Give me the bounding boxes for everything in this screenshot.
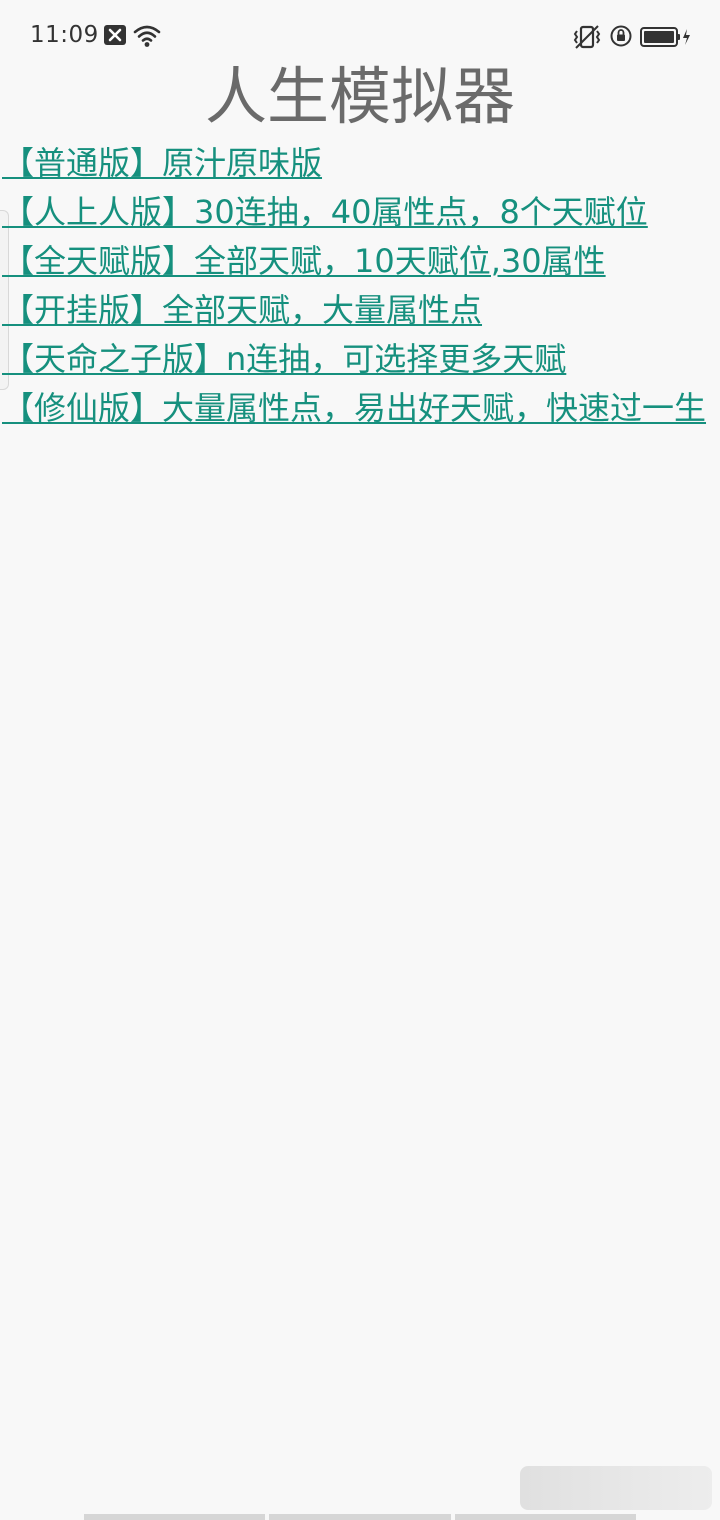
version-link-chosen-one[interactable]: 【天命之子版】n连抽，可选择更多天赋 <box>0 335 720 384</box>
rotation-lock-icon <box>610 25 632 51</box>
status-time: 11:09 <box>30 22 99 48</box>
app-screen: 11:09 人生模拟器 【普通版】原汁原味版 【人上人版】30连抽，40属性点，… <box>0 0 720 1520</box>
version-link-elite[interactable]: 【人上人版】30连抽，40属性点，8个天赋位 <box>0 188 720 237</box>
version-link-list: 【普通版】原汁原味版 【人上人版】30连抽，40属性点，8个天赋位 【全天赋版】… <box>0 139 720 433</box>
bottom-bar-segment <box>84 1514 266 1520</box>
bottom-bar-segment <box>269 1514 451 1520</box>
bottom-bar-segment <box>454 1514 636 1520</box>
battery-icon <box>640 27 692 51</box>
version-link-all-talents[interactable]: 【全天赋版】全部天赋，10天赋位,30属性 <box>0 237 720 286</box>
version-link-normal[interactable]: 【普通版】原汁原味版 <box>0 139 720 188</box>
notification-x-icon <box>104 25 126 49</box>
version-link-cultivation[interactable]: 【修仙版】大量属性点，易出好天赋，快速过一生 <box>0 384 720 433</box>
wifi-icon <box>133 24 161 52</box>
page-title: 人生模拟器 <box>204 60 515 133</box>
bottom-gesture-bar <box>84 1514 636 1520</box>
vibrate-icon <box>572 24 602 54</box>
watermark-logo <box>520 1466 712 1510</box>
version-link-cheat[interactable]: 【开挂版】全部天赋，大量属性点 <box>0 286 720 335</box>
